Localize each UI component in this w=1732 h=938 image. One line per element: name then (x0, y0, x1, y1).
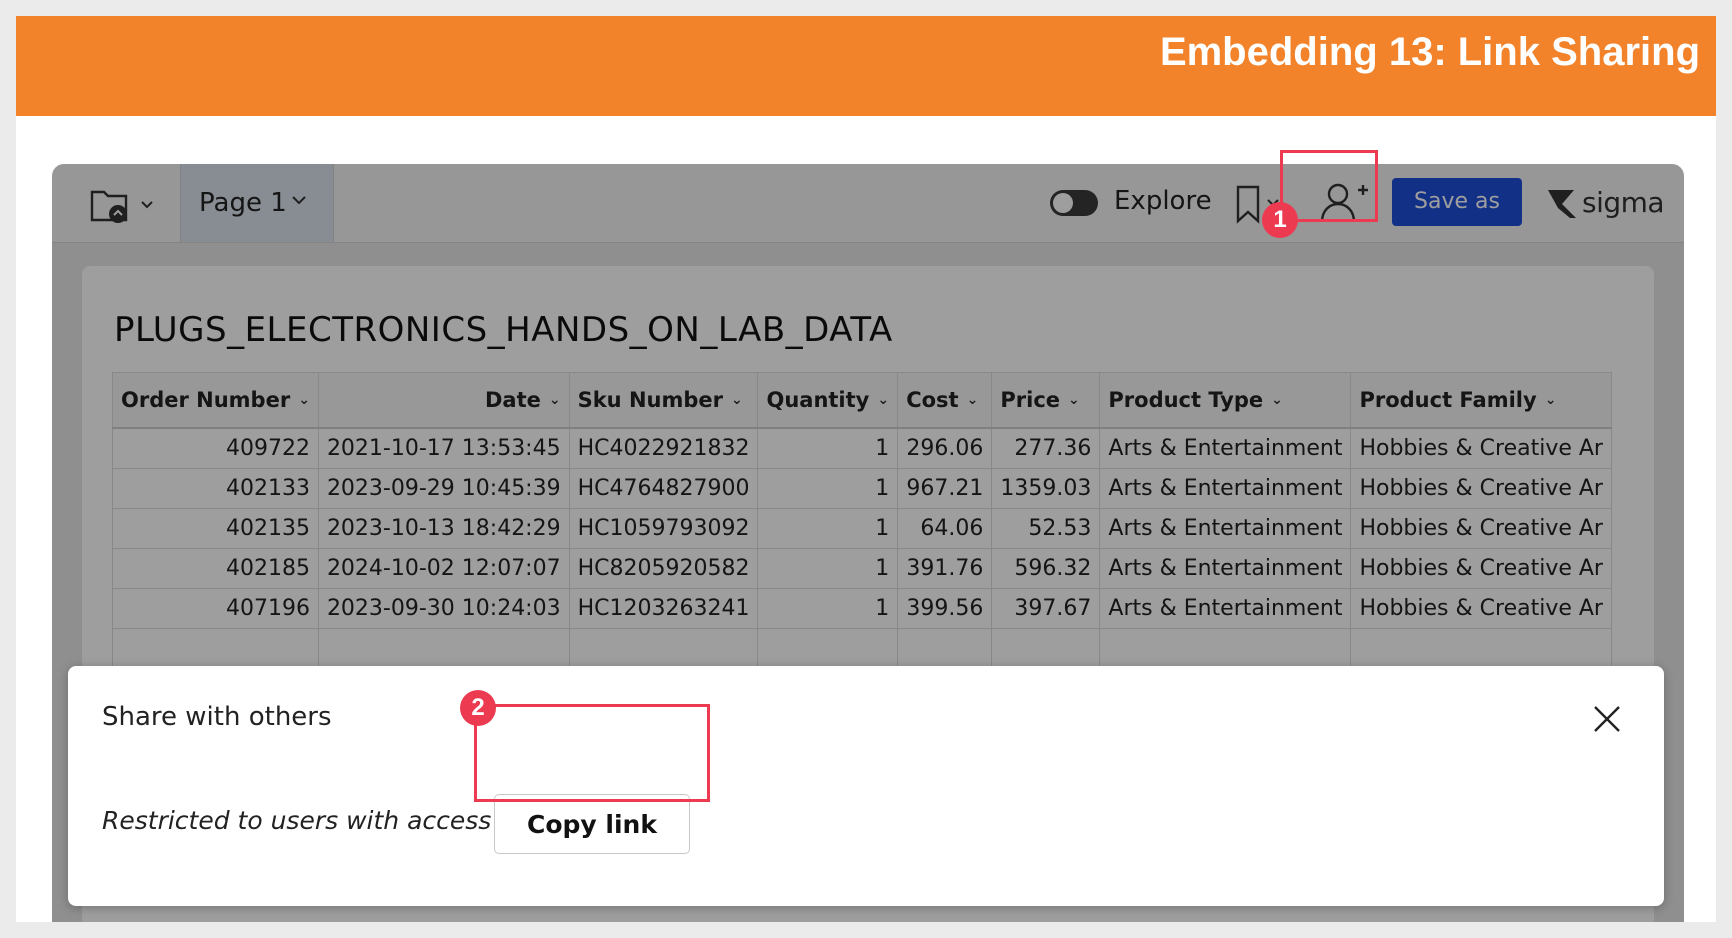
copy-link-button[interactable]: Copy link (494, 794, 690, 854)
close-button[interactable] (1592, 704, 1622, 734)
share-dialog: Share with others Restricted to users wi… (68, 666, 1664, 906)
callout-box-copy-link (474, 704, 710, 802)
access-restriction-text: Restricted to users with access (102, 806, 492, 835)
close-icon (1594, 706, 1620, 732)
callout-badge-1: 1 (1262, 202, 1298, 238)
title-banner: Embedding 13: Link Sharing (16, 16, 1716, 116)
callout-badge-2: 2 (460, 690, 496, 726)
screenshot-frame: Embedding 13: Link Sharing Page 1 Explor… (16, 16, 1716, 922)
banner-title: Embedding 13: Link Sharing (1159, 30, 1700, 74)
share-dialog-title: Share with others (102, 702, 332, 732)
